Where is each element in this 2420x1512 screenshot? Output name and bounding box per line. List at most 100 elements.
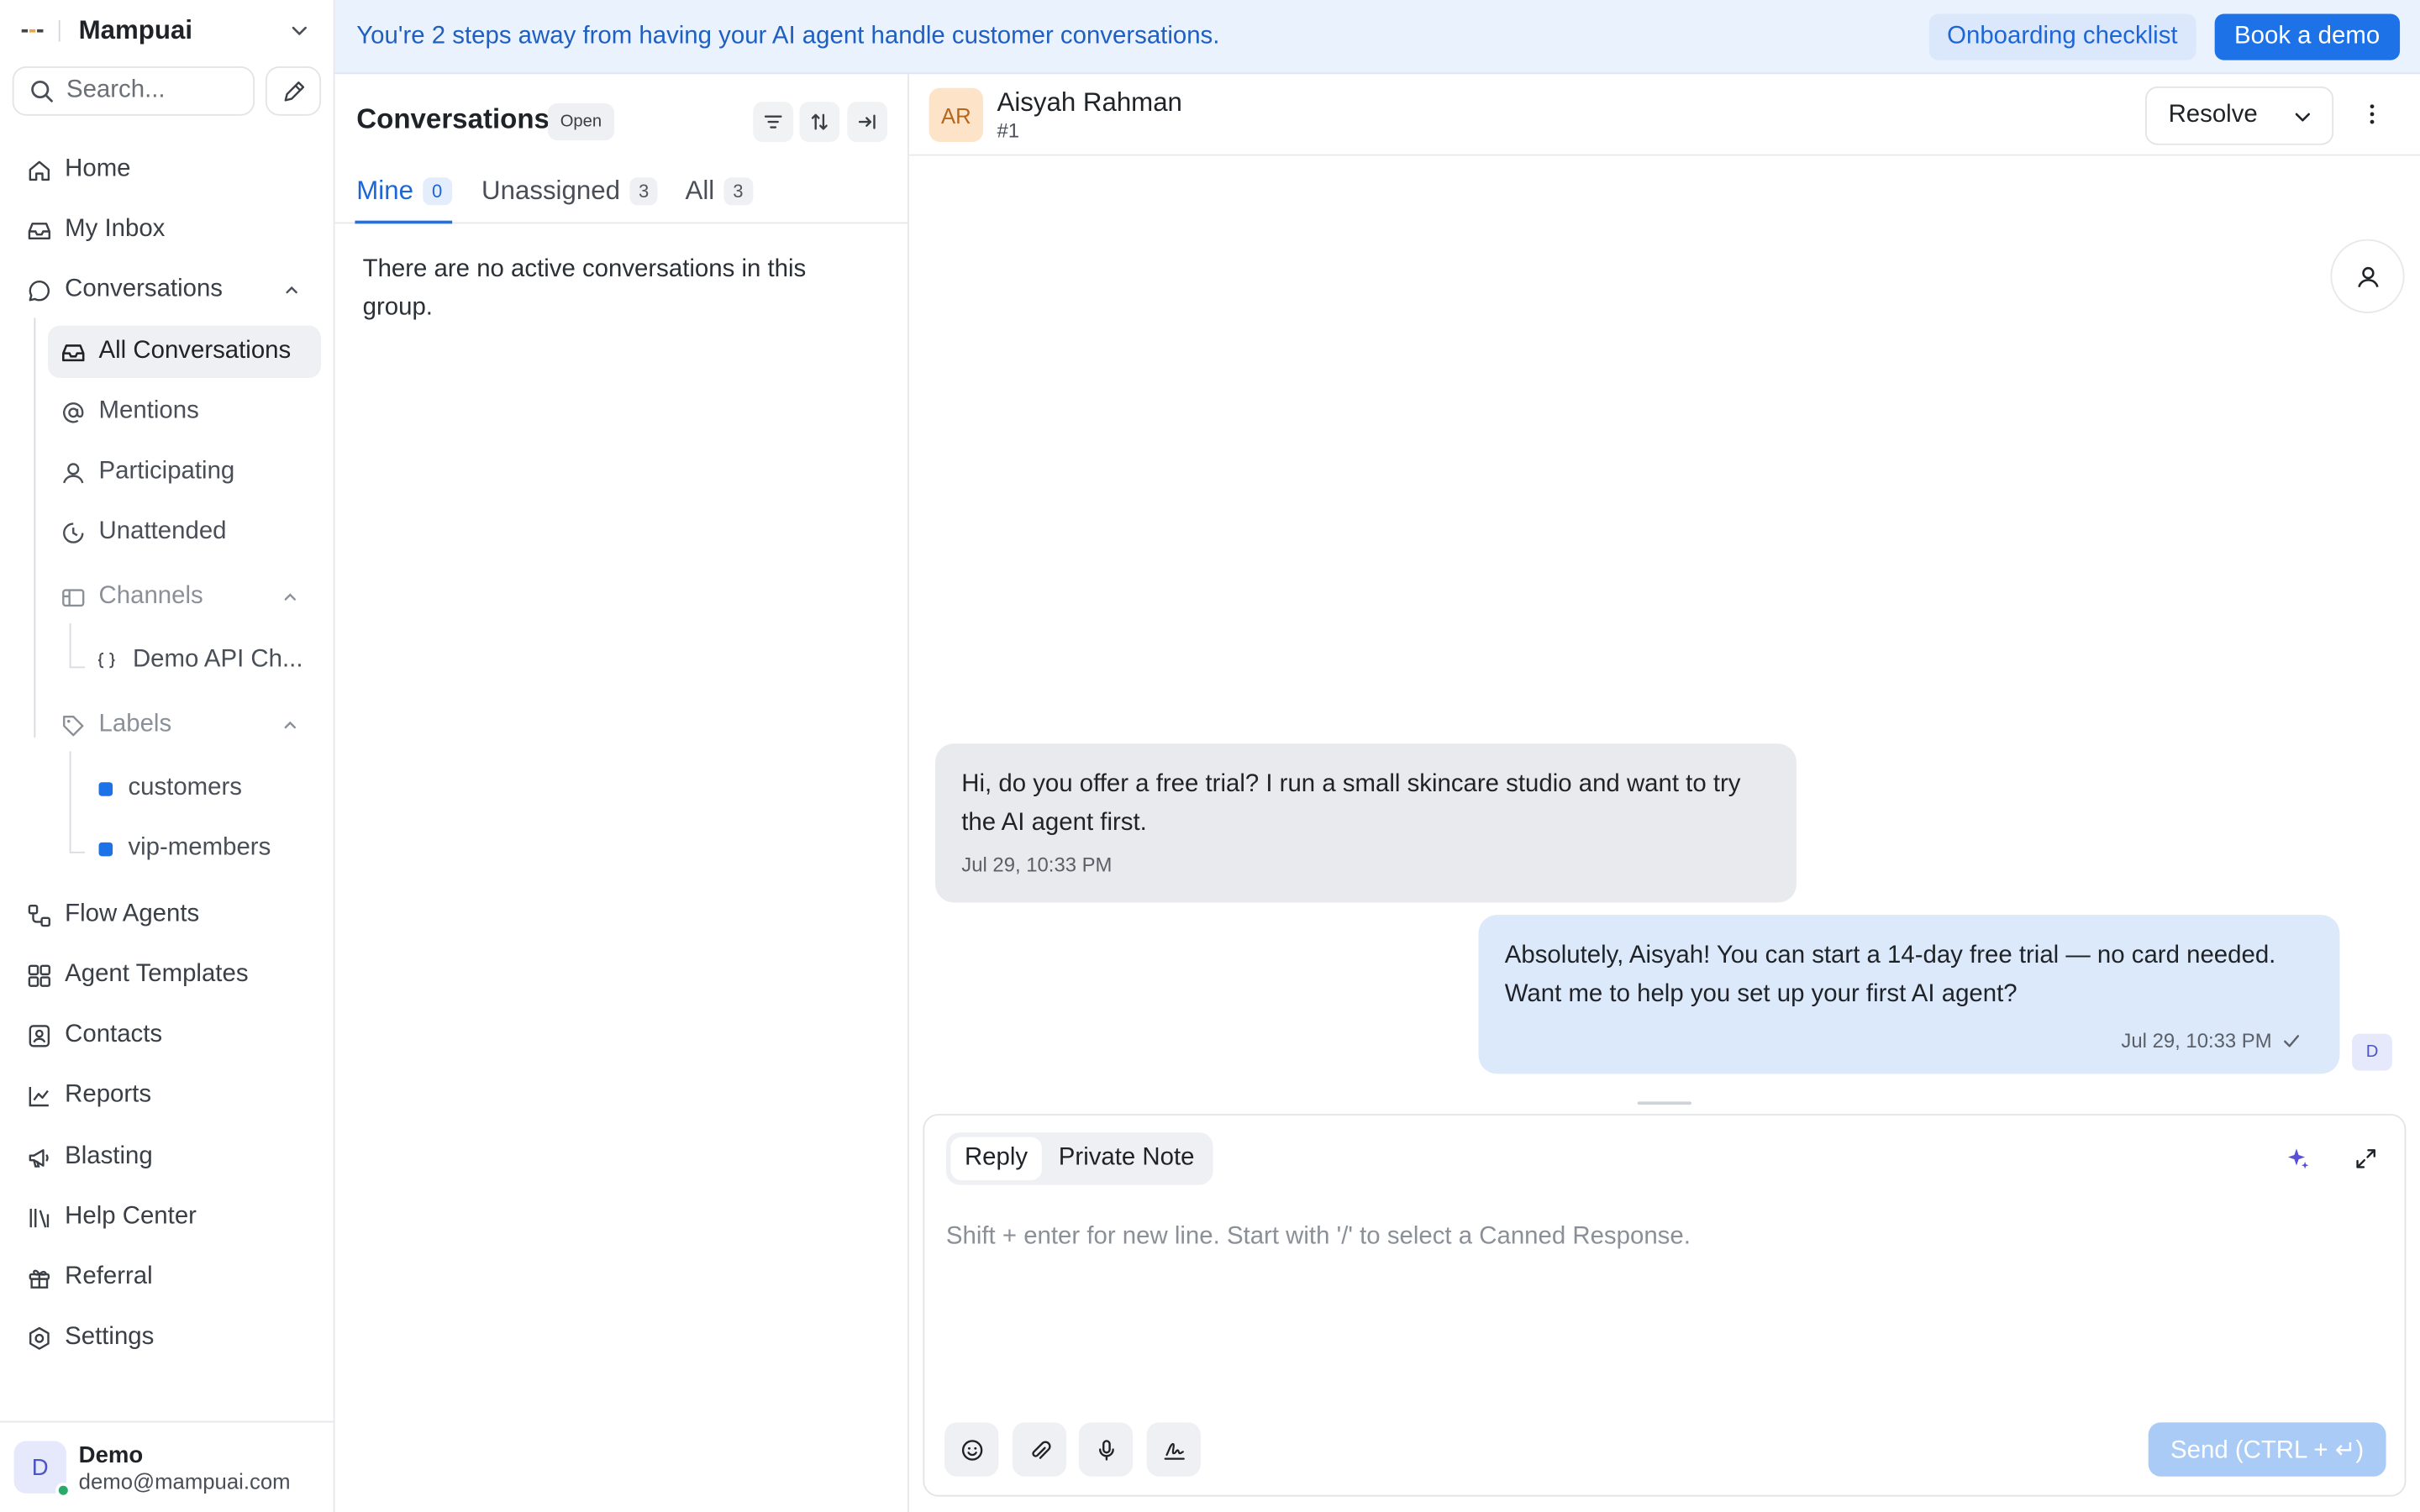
person-icon (2354, 263, 2381, 289)
tab-label: Mine (356, 175, 413, 205)
agent-avatar: D (2352, 1033, 2392, 1071)
nav-all-conversations[interactable]: All Conversations (47, 325, 322, 378)
nav-contacts-label: Contacts (65, 1021, 163, 1048)
chevron-down-icon[interactable] (2291, 107, 2313, 129)
signature-icon (1161, 1437, 1186, 1462)
tab-label: Unassigned (481, 175, 620, 205)
conversation-list-panel: Conversations Open Mine 0 Unassigned 3 A… (334, 74, 909, 1512)
clock-icon (60, 519, 87, 545)
tab-all[interactable]: All 3 (685, 157, 753, 223)
collapse-icon (856, 111, 878, 133)
sparkle-icon[interactable] (2284, 1145, 2312, 1173)
pencil-icon (280, 78, 306, 104)
nav-inbox-label: My Inbox (65, 216, 166, 243)
tab-count: 3 (629, 176, 659, 205)
nav-labels[interactable]: Labels (48, 699, 321, 751)
nav-participating[interactable]: Participating (48, 446, 321, 498)
signature-button[interactable] (1146, 1422, 1201, 1477)
reply-tab[interactable]: Reply (950, 1137, 1042, 1181)
tab-label: All (685, 175, 715, 205)
workspace-switcher[interactable]: Mampuai (0, 0, 335, 61)
onboarding-banner: You're 2 steps away from having your AI … (334, 0, 2420, 75)
home-icon (24, 156, 52, 184)
library-icon (24, 1204, 52, 1231)
nav-unattended[interactable]: Unattended (48, 506, 321, 558)
onboarding-checklist-button[interactable]: Onboarding checklist (1928, 13, 2196, 60)
nav-contacts[interactable]: Contacts (13, 1011, 162, 1060)
message-timestamp: Jul 29, 10:33 PM (961, 853, 1113, 877)
message-text: Absolutely, Aisyah! You can start a 14-d… (1504, 942, 2276, 1008)
nav-flow-agents[interactable]: Flow Agents (13, 890, 200, 940)
nav-help-center[interactable]: Help Center (13, 1193, 197, 1242)
nav-channels[interactable]: Channels (48, 571, 321, 623)
banner-text: You're 2 steps away from having your AI … (356, 22, 1220, 49)
attach-button[interactable] (1012, 1422, 1067, 1477)
online-status-dot (55, 1483, 71, 1499)
nav-agent-templates[interactable]: Agent Templates (13, 950, 249, 1000)
search-input[interactable] (66, 76, 237, 105)
contact-name[interactable]: Aisyah Rahman (997, 88, 1182, 119)
avatar[interactable]: AR (929, 87, 983, 142)
search-box[interactable] (12, 66, 255, 116)
send-button[interactable]: Send (CTRL + ↵) (2148, 1422, 2386, 1477)
filter-button[interactable] (753, 102, 794, 142)
compose-button[interactable] (265, 66, 322, 116)
composer-resize-handle[interactable] (1637, 1101, 1692, 1105)
expand-icon[interactable] (2354, 1147, 2378, 1171)
kebab-icon[interactable] (2361, 100, 2383, 128)
nav-mentions-label: Mentions (98, 397, 199, 425)
check-icon (2281, 1031, 2302, 1051)
nav-conversations-label: Conversations (65, 276, 224, 302)
nav-blasting[interactable]: Blasting (13, 1132, 153, 1182)
resolve-button[interactable]: Resolve (2145, 86, 2334, 145)
tree-line (69, 623, 71, 667)
tag-icon (60, 712, 87, 738)
resolve-label: Resolve (2168, 102, 2258, 129)
message-input[interactable] (945, 1223, 2382, 1378)
label-item-customers[interactable]: customers (98, 764, 242, 813)
chevron-up-icon[interactable] (281, 716, 299, 734)
label-item-text: vip-members (128, 834, 271, 861)
conversation-view: AR Aisyah Rahman #1 Resolve Hi, do you o… (908, 74, 2420, 1512)
nav-my-inbox[interactable]: My Inbox (13, 205, 166, 255)
channel-item[interactable]: Demo API Ch... (96, 636, 303, 685)
nav-help-center-label: Help Center (65, 1203, 197, 1230)
chevron-up-icon[interactable] (281, 588, 299, 606)
person-icon (60, 459, 87, 485)
gift-icon (24, 1263, 52, 1291)
tab-unassigned[interactable]: Unassigned 3 (481, 157, 659, 223)
at-icon (60, 399, 87, 425)
nav-blasting-label: Blasting (65, 1142, 153, 1170)
braces-icon (96, 649, 118, 671)
contact-profile-button[interactable] (2330, 239, 2405, 313)
app-name: Mampuai (78, 15, 193, 45)
sort-button[interactable] (799, 102, 840, 142)
nav-conversations[interactable]: Conversations (13, 265, 323, 315)
nav-settings[interactable]: Settings (13, 1313, 154, 1362)
user-profile[interactable]: D Demo demo@mampuai.com (0, 1420, 335, 1512)
private-note-tab[interactable]: Private Note (1044, 1137, 1208, 1180)
tab-mine[interactable]: Mine 0 (356, 157, 452, 223)
chevron-up-icon[interactable] (282, 281, 301, 299)
channel-item-label: Demo API Ch... (132, 646, 303, 673)
user-name: Demo (78, 1441, 144, 1468)
sort-icon (808, 111, 830, 133)
outgoing-message: Absolutely, Aisyah! You can start a 14-d… (1478, 915, 2340, 1074)
label-color-swatch (98, 841, 113, 856)
nav-flow-agents-label: Flow Agents (65, 900, 200, 927)
label-item-vip-members[interactable]: vip-members (98, 824, 271, 874)
tree-elbow (69, 666, 86, 669)
brand-logo (21, 28, 44, 34)
tree-elbow (69, 851, 86, 853)
voice-note-button[interactable] (1078, 1422, 1134, 1477)
filter-icon (762, 111, 784, 133)
book-demo-button[interactable]: Book a demo (2214, 13, 2401, 60)
nav-referral[interactable]: Referral (13, 1252, 153, 1302)
status-filter-badge[interactable]: Open (548, 103, 614, 141)
emoji-button[interactable] (944, 1422, 999, 1477)
nav-reports[interactable]: Reports (13, 1071, 151, 1121)
collapse-panel-button[interactable] (847, 102, 888, 142)
message-text: Hi, do you offer a free trial? I run a s… (961, 771, 1741, 837)
nav-home[interactable]: Home (13, 145, 131, 195)
nav-mentions[interactable]: Mentions (48, 386, 321, 438)
